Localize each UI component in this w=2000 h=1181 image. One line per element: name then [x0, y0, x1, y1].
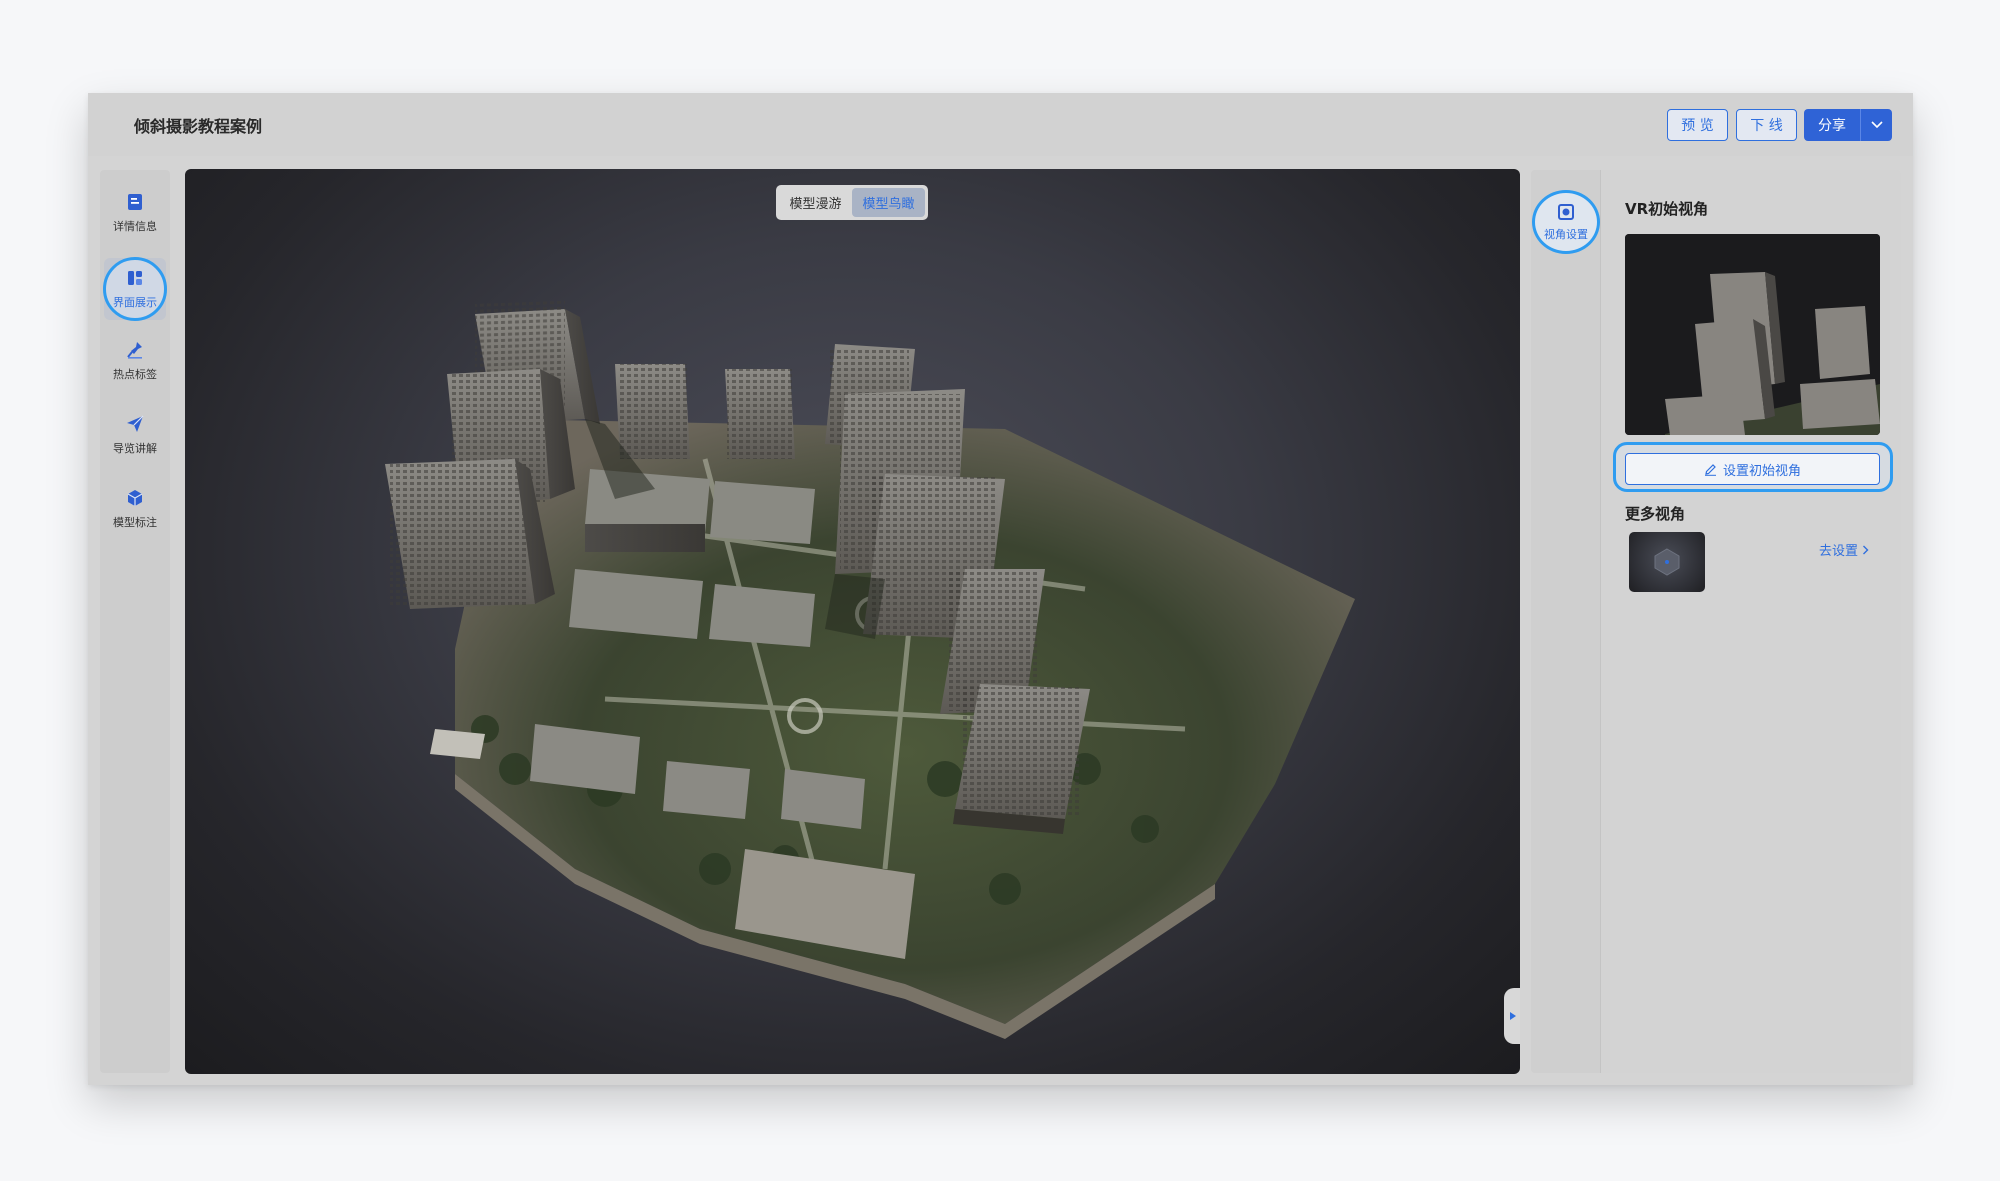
- model-viewport[interactable]: 模型漫游 模型鸟瞰: [185, 169, 1520, 1074]
- initial-view-thumbnail: [1625, 234, 1880, 435]
- tab-label: 视角设置: [1544, 227, 1588, 241]
- sidebar-item-label: 界面展示: [113, 296, 157, 309]
- panel-collapse-handle[interactable]: [1504, 988, 1520, 1044]
- share-dropdown-button[interactable]: [1860, 109, 1892, 141]
- document-icon: [128, 194, 142, 210]
- cube-icon: [127, 490, 143, 506]
- sidebar-item-label: 模型标注: [113, 516, 157, 529]
- button-label: 设置初始视角: [1722, 463, 1801, 479]
- mode-option-aerial[interactable]: 模型鸟瞰: [852, 188, 925, 217]
- more-view-thumbnail[interactable]: [1629, 532, 1705, 592]
- share-button[interactable]: 分享: [1804, 109, 1860, 141]
- tab-view-settings[interactable]: 视角设置: [1532, 190, 1600, 254]
- sidebar-item-hotspots[interactable]: 热点标签: [100, 328, 170, 394]
- thumbnail-image: [1625, 234, 1880, 435]
- aerial-3d-model[interactable]: [185, 169, 1520, 1074]
- top-bar: 倾斜摄影教程案例 预 览 下 线 分享: [88, 93, 1913, 156]
- set-initial-view-button[interactable]: 设置初始视角: [1625, 453, 1880, 485]
- pin-icon: [127, 342, 142, 359]
- mode-option-roam[interactable]: 模型漫游: [779, 188, 852, 217]
- highlight-ring: [103, 257, 167, 321]
- go-to-settings-link[interactable]: 去设置: [1819, 540, 1869, 559]
- sidebar-item-label: 导览讲解: [113, 442, 157, 455]
- camera-focus-icon: [1558, 203, 1574, 220]
- highlight-ring: 设置初始视角: [1613, 442, 1893, 492]
- layout-icon: [128, 271, 142, 285]
- sidebar-item-label: 详情信息: [113, 220, 157, 233]
- sidebar-item-label: 热点标签: [113, 368, 157, 381]
- sidebar-item-interface[interactable]: 界面展示: [100, 256, 170, 322]
- paper-plane-icon: [127, 415, 144, 432]
- edit-icon: [1704, 463, 1716, 476]
- app-window: 倾斜摄影教程案例 预 览 下 线 分享 详情信息 界面展示 热点标签 导览讲解 …: [88, 93, 1913, 1085]
- view-mode-toggle: 模型漫游 模型鸟瞰: [776, 185, 928, 220]
- sidebar-item-details[interactable]: 详情信息: [100, 180, 170, 246]
- chevron-down-icon: [1870, 121, 1883, 129]
- vr-initial-view-title: VR初始视角: [1625, 200, 1709, 218]
- right-tab-strip: 视角设置: [1531, 170, 1601, 1073]
- preview-button[interactable]: 预 览: [1667, 109, 1728, 141]
- sidebar-item-model-annotation[interactable]: 模型标注: [100, 476, 170, 542]
- page-title: 倾斜摄影教程案例: [134, 117, 263, 136]
- sidebar-item-guide[interactable]: 导览讲解: [100, 402, 170, 468]
- link-label: 去设置: [1819, 544, 1859, 559]
- hexagon-icon: [1654, 548, 1680, 576]
- offline-button[interactable]: 下 线: [1736, 109, 1797, 141]
- caret-right-icon: [1510, 1012, 1516, 1020]
- more-views-title: 更多视角: [1625, 505, 1686, 523]
- view-settings-panel: VR初始视角 设置初始视角 更多视角 去设置: [1601, 170, 1901, 1073]
- left-sidebar: 详情信息 界面展示 热点标签 导览讲解 模型标注: [100, 170, 170, 1073]
- chevron-right-icon: [1863, 545, 1869, 554]
